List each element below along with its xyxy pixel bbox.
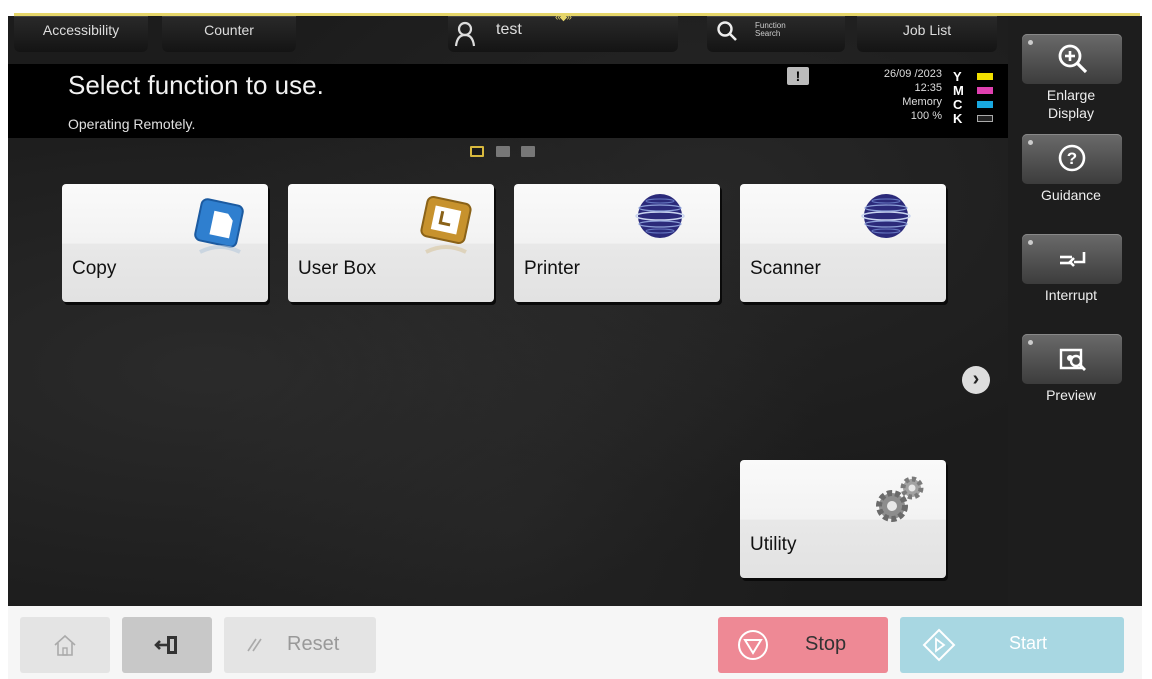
toner-label: K [953,111,963,126]
search-icon [717,21,737,41]
enlarge-label-line2: Display [1048,105,1094,121]
logout-button[interactable] [122,617,212,673]
scanner-globe-icon [861,194,911,238]
interrupt-label: Interrupt [1044,287,1098,303]
status-time: 12:35 [914,82,942,94]
function-tile-scanner[interactable]: Scanner [740,184,946,302]
page-dot[interactable] [521,146,535,157]
start-label: Start [1009,633,1048,653]
page-dot[interactable] [496,146,510,157]
reset-icon [247,638,262,652]
user-name: test [496,21,522,38]
home-button[interactable] [20,617,110,673]
memory-value: 100 % [910,110,942,122]
top-frame [0,0,1152,16]
warning-icon[interactable]: ! [787,67,809,85]
function-tile-label: Copy [72,258,117,279]
function-search-label: Function Search [755,22,786,38]
drag-handle-icon[interactable]: ‹‹◆›› [555,12,572,23]
user-box-icon [420,195,472,254]
preview-icon [1059,348,1086,371]
toner-bar [977,101,993,108]
indicator-led [1028,140,1033,145]
reset-label: Reset [287,633,340,655]
enlarge-label-line1: Enlarge [1046,87,1096,103]
toner-label: Y [953,69,962,84]
interrupt-icon [1060,252,1086,267]
logout-icon [154,636,177,654]
function-tile-label: Printer [524,258,580,279]
toner-label: M [953,83,964,98]
status-info: 26/09 /2023 12:35 Memory 100 % [850,67,942,123]
function-tile-copy[interactable]: Copy [62,184,268,302]
zoom-in-icon [1058,44,1088,74]
function-tile-label: Utility [750,534,797,555]
svg-text:?: ? [1067,149,1077,168]
toner-yellow: Y [953,69,993,84]
copy-icon [194,198,244,254]
memory-label: Memory [902,96,942,108]
tab-job-list[interactable]: Job List [857,16,997,52]
tab-accessibility[interactable]: Accessibility [14,16,148,52]
user-icon [454,21,476,47]
stop-label: Stop [805,633,847,655]
preview-button[interactable] [1022,334,1122,384]
guidance-label: Guidance [1041,187,1101,203]
toner-bar [977,115,993,122]
preview-label: Preview [1046,387,1096,403]
tab-job-list-label: Job List [902,22,952,38]
stop-icon [738,630,768,660]
function-tile-label: Scanner [750,258,821,279]
home-icon [54,634,76,656]
gears-icon [876,476,924,522]
next-page-icon[interactable]: › [962,366,990,394]
tab-accessibility-label: Accessibility [42,22,120,38]
indicator-led [1028,340,1033,345]
start-icon [922,628,956,662]
right-frame [1142,16,1152,679]
message-subtitle: Operating Remotely. [68,116,196,132]
toner-black: K [953,111,993,126]
interrupt-button[interactable] [1022,234,1122,284]
toner-magenta: M [953,83,993,98]
page-dot-current[interactable] [470,146,484,157]
message-title: Select function to use. [68,70,324,100]
tab-counter[interactable]: Counter [162,16,296,52]
toner-bar [977,87,993,94]
toner-cyan: C [953,97,993,112]
function-tile-label: User Box [298,258,377,279]
enlarge-display-label: Enlarge Display [1012,86,1130,122]
function-tile-user-box[interactable]: User Box [288,184,494,302]
indicator-led [1028,240,1033,245]
help-icon: ? [1058,144,1086,172]
tab-counter-label: Counter [204,22,254,38]
copier-panel-screen: Accessibility Counter test ‹‹◆›› Functio… [0,0,1152,679]
enlarge-display-button[interactable] [1022,34,1122,84]
printer-globe-icon [635,194,685,238]
indicator-led [1028,40,1033,45]
stop-button[interactable] [718,617,888,673]
function-tile-utility[interactable]: Utility [740,460,946,578]
toner-bar [977,73,993,80]
function-search-line2: Search [755,29,781,38]
toner-label: C [953,97,963,112]
function-tile-printer[interactable]: Printer [514,184,720,302]
status-date: 26/09 /2023 [883,68,942,80]
guidance-button[interactable]: ? [1022,134,1122,184]
